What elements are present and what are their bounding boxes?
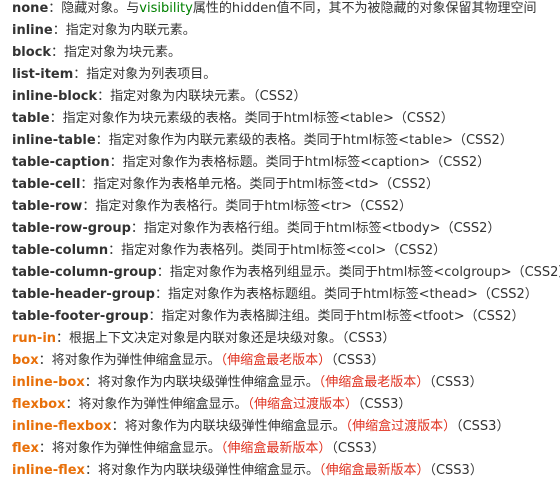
- description: ：指定对象作为表格标题。类同于html标签<caption>（CSS2）: [109, 155, 491, 170]
- description: ：根据上下文决定对象是内联对象还是块级对象。（CSS3）: [56, 331, 396, 346]
- visibility-link[interactable]: visibility: [139, 1, 193, 16]
- description: ：指定对象为内联块元素。（CSS2）: [97, 89, 307, 104]
- list-item-inline-flexbox: inline-flexbox：将对象作为内联块级弹性伸缩盒显示。（伸缩盒过渡版本…: [12, 416, 560, 438]
- description: ：将对象作为弹性伸缩盒显示。: [38, 353, 221, 368]
- description: ：将对象作为弹性伸缩盒显示。: [65, 397, 248, 412]
- css-version: （CSS3）: [358, 397, 412, 412]
- description: ：指定对象为块元素。: [51, 45, 182, 60]
- description: ：指定对象为列表项目。: [73, 67, 217, 82]
- keyword: table-cell: [12, 177, 81, 192]
- description: ：指定对象作为表格行组。类同于html标签<tbody>（CSS2）: [130, 221, 501, 236]
- description: ：指定对象作为表格列组显示。类同于html标签<colgroup>（CSS2）: [156, 265, 560, 280]
- keyword: box: [12, 353, 39, 368]
- keyword: table-row: [12, 199, 83, 214]
- css-version: （CSS3）: [456, 419, 510, 434]
- description: ：指定对象作为表格脚注组。类同于html标签<tfoot>（CSS2）: [148, 309, 525, 324]
- cut-off-text: —— ——————————————— ——— ——————: [12, 490, 552, 498]
- list-item-table-row-group: table-row-group：指定对象作为表格行组。类同于html标签<tbo…: [12, 218, 560, 240]
- list-item-inline-flex: inline-flex：将对象作为内联块级弹性伸缩盒显示。（伸缩盒最新版本）（C…: [12, 460, 560, 482]
- display-values-list: none：隐藏对象。与visibility属性的hidden值不同，其不为被隐藏…: [12, 0, 560, 482]
- version-note: （伸缩盒过渡版本）: [247, 397, 358, 412]
- keyword: flex: [12, 441, 39, 456]
- list-item-block: block：指定对象为块元素。: [12, 42, 560, 64]
- description: ：指定对象为内联元素。: [52, 23, 196, 38]
- css-version: （CSS3）: [331, 441, 385, 456]
- list-item-table-cell: table-cell：指定对象作为表格单元格。类同于html标签<td>（CSS…: [12, 174, 560, 196]
- keyword: inline-box: [12, 375, 85, 390]
- list-item-flexbox: flexbox：将对象作为弹性伸缩盒显示。（伸缩盒过渡版本）（CSS3）: [12, 394, 560, 416]
- keyword: inline-block: [12, 89, 98, 104]
- keyword: table: [12, 111, 50, 126]
- keyword: inline-flexbox: [12, 419, 112, 434]
- description: ：指定对象作为表格单元格。类同于html标签<td>（CSS2）: [80, 177, 440, 192]
- keyword: none: [12, 1, 49, 16]
- keyword: run-in: [12, 331, 57, 346]
- cut-off-next-line: —— ——————————————— ——— ——————: [12, 490, 552, 498]
- keyword: flexbox: [12, 397, 66, 412]
- version-note: （伸缩盒最新版本）: [318, 463, 430, 478]
- list-item-inline-block: inline-block：指定对象为内联块元素。（CSS2）: [12, 86, 560, 108]
- list-item-table-caption: table-caption：指定对象作为表格标题。类同于html标签<capti…: [12, 152, 560, 174]
- css-version: （CSS3）: [429, 463, 483, 478]
- keyword: table-column-group: [12, 265, 157, 280]
- list-item-list-item: list-item：指定对象为列表项目。: [12, 64, 560, 86]
- version-note: （伸缩盒最新版本）: [220, 441, 332, 456]
- css-version: （CSS3）: [429, 375, 483, 390]
- description: ：指定对象作为表格行。类同于html标签<tr>（CSS2）: [82, 199, 413, 214]
- keyword: table-caption: [12, 155, 110, 170]
- list-item-table-header-group: table-header-group：指定对象作为表格标题组。类同于html标签…: [12, 284, 560, 306]
- list-item-box: box：将对象作为弹性伸缩盒显示。（伸缩盒最老版本）（CSS3）: [12, 350, 560, 372]
- description: ：将对象作为内联块级弹性伸缩盒显示。: [111, 419, 346, 434]
- description: ：指定对象作为块元素级的表格。类同于html标签<table>（CSS2）: [49, 111, 454, 126]
- keyword: block: [12, 45, 52, 60]
- description: ：指定对象作为内联元素级的表格。类同于html标签<table>（CSS2）: [95, 133, 513, 148]
- keyword: inline: [12, 23, 53, 38]
- keyword: table-row-group: [12, 221, 131, 236]
- description: ：将对象作为弹性伸缩盒显示。: [38, 441, 221, 456]
- description: ：隐藏对象。与: [48, 1, 140, 16]
- keyword: table-header-group: [12, 287, 155, 302]
- keyword: list-item: [12, 67, 74, 82]
- list-item-inline-box: inline-box：将对象作为内联块级弹性伸缩盒显示。（伸缩盒最老版本）（CS…: [12, 372, 560, 394]
- version-note: （伸缩盒过渡版本）: [345, 419, 457, 434]
- description: ：将对象作为内联块级弹性伸缩盒显示。: [84, 375, 319, 390]
- list-item-table: table：指定对象作为块元素级的表格。类同于html标签<table>（CSS…: [12, 108, 560, 130]
- keyword: inline-flex: [12, 463, 85, 478]
- list-item-inline: inline：指定对象为内联元素。: [12, 20, 560, 42]
- list-item-flex: flex：将对象作为弹性伸缩盒显示。（伸缩盒最新版本）（CSS3）: [12, 438, 560, 460]
- keyword: inline-table: [12, 133, 96, 148]
- description-rest: 属性的hidden值不同，其不为被隐藏的对象保留其物理空间: [192, 1, 537, 16]
- list-item-none: none：隐藏对象。与visibility属性的hidden值不同，其不为被隐藏…: [12, 0, 560, 20]
- keyword: table-footer-group: [12, 309, 149, 324]
- list-item-table-row: table-row：指定对象作为表格行。类同于html标签<tr>（CSS2）: [12, 196, 560, 218]
- description: ：将对象作为内联块级弹性伸缩盒显示。: [84, 463, 319, 478]
- list-item-table-column: table-column：指定对象作为表格列。类同于html标签<col>（CS…: [12, 240, 560, 262]
- list-item-run-in: run-in：根据上下文决定对象是内联对象还是块级对象。（CSS3）: [12, 328, 560, 350]
- list-item-table-footer-group: table-footer-group：指定对象作为表格脚注组。类同于html标签…: [12, 306, 560, 328]
- list-item-inline-table: inline-table：指定对象作为内联元素级的表格。类同于html标签<ta…: [12, 130, 560, 152]
- description: ：指定对象作为表格标题组。类同于html标签<thead>（CSS2）: [154, 287, 538, 302]
- keyword: table-column: [12, 243, 109, 258]
- version-note: （伸缩盒最老版本）: [318, 375, 430, 390]
- version-note: （伸缩盒最老版本）: [220, 353, 332, 368]
- list-item-table-column-group: table-column-group：指定对象作为表格列组显示。类同于html标…: [12, 262, 560, 284]
- css-version: （CSS3）: [331, 353, 385, 368]
- description: ：指定对象作为表格列。类同于html标签<col>（CSS2）: [108, 243, 447, 258]
